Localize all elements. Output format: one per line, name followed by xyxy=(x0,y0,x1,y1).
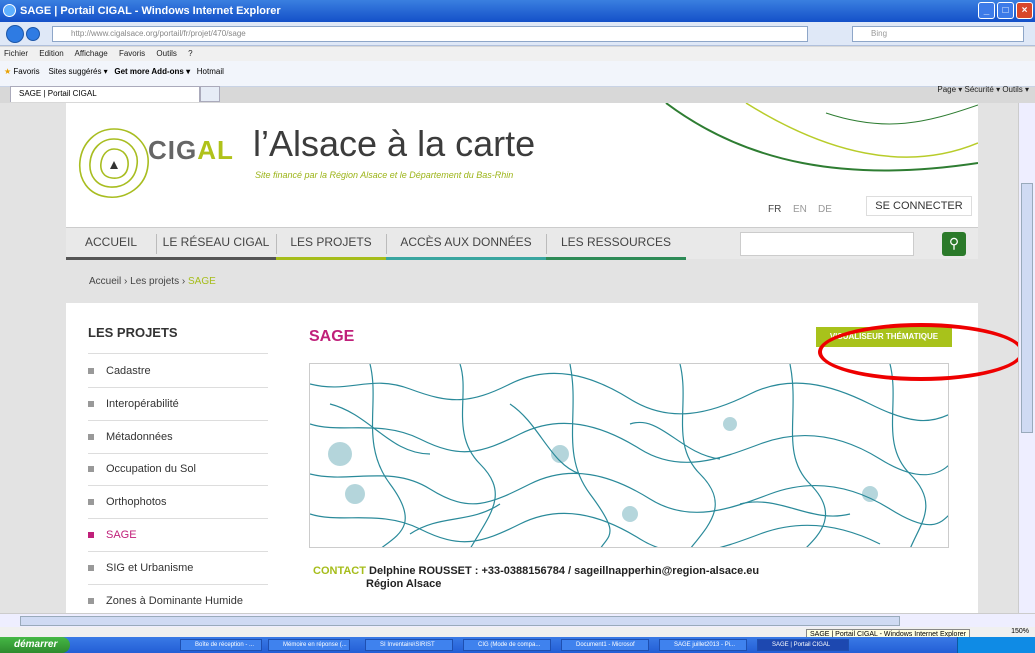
menu-edition[interactable]: Edition xyxy=(39,49,63,58)
lang-fr[interactable]: FR xyxy=(768,204,781,215)
red-annotation-circle xyxy=(818,323,1024,381)
sidebar-item-interoperabilite[interactable]: Interopérabilité xyxy=(88,398,179,410)
minimize-icon[interactable]: _ xyxy=(978,2,995,19)
main-nav: ACCUEIL LE RÉSEAU CIGAL LES PROJETS ACCÈ… xyxy=(66,227,978,260)
suggested-sites-link[interactable]: Sites suggérés ▾ xyxy=(49,67,108,76)
back-icon[interactable] xyxy=(6,25,24,43)
task-item[interactable]: CIG (Mode de compa... xyxy=(463,639,551,651)
maximize-icon[interactable]: □ xyxy=(997,2,1014,19)
nav-projets[interactable]: LES PROJETS xyxy=(276,228,386,260)
address-bar[interactable]: http://www.cigalsace.org/portail/fr/proj… xyxy=(52,26,808,42)
lang-en[interactable]: EN xyxy=(793,204,807,215)
contact-block: CONTACT Delphine ROUSSET : +33-038815678… xyxy=(313,565,759,590)
forward-icon[interactable] xyxy=(26,27,40,41)
nav-ressources[interactable]: LES RESSOURCES xyxy=(546,228,686,260)
ie-command-bar[interactable]: Page ▾ Sécurité ▾ Outils ▾ xyxy=(937,85,1029,94)
task-item[interactable]: SAGE juillet2013 - Pi... xyxy=(659,639,747,651)
sidebar-item-cadastre[interactable]: Cadastre xyxy=(88,365,151,377)
system-tray xyxy=(957,637,1035,653)
vertical-scrollbar[interactable] xyxy=(1018,103,1035,613)
tab-sage[interactable]: SAGE | Portail CIGAL xyxy=(10,86,200,102)
menu-bar: Fichier Edition Affichage Favoris Outils… xyxy=(0,47,1035,61)
breadcrumb-current: SAGE xyxy=(187,276,216,287)
breadcrumb-home[interactable]: Accueil xyxy=(89,276,121,287)
nav-accueil[interactable]: ACCUEIL xyxy=(66,228,156,260)
cigal-logo-icon xyxy=(79,128,149,198)
menu-outils[interactable]: Outils xyxy=(156,49,176,58)
breadcrumb: Accueil › Les projets › SAGE xyxy=(89,276,216,287)
window-title: SAGE | Portail CIGAL - Windows Internet … xyxy=(20,5,281,17)
task-item[interactable]: Mémoire en réponse (... xyxy=(268,639,350,651)
site-search-input[interactable] xyxy=(740,232,914,256)
breadcrumb-section[interactable]: Les projets xyxy=(130,276,179,287)
zoom-level[interactable]: 150% xyxy=(1011,628,1029,635)
horizontal-scrollbar[interactable] xyxy=(0,613,1035,627)
cigal-wordmark: CIGAL xyxy=(148,135,234,165)
address-toolbar: http://www.cigalsace.org/portail/fr/proj… xyxy=(0,22,1035,46)
breadcrumb-sep: › xyxy=(181,276,186,287)
contact-org: Région Alsace xyxy=(366,578,442,590)
task-item[interactable]: SI Inventaire\SIRIST xyxy=(365,639,453,651)
nav-reseau[interactable]: LE RÉSEAU CIGAL xyxy=(156,228,276,260)
contact-label: CONTACT xyxy=(313,565,366,577)
task-item[interactable]: Boîte de réception - ... xyxy=(180,639,262,651)
close-icon[interactable]: × xyxy=(1016,2,1033,19)
favorites-bar: ★ Favoris Sites suggérés ▾ Get more Add-… xyxy=(0,61,1035,87)
sidebar-item-occupation-sol[interactable]: Occupation du Sol xyxy=(88,463,196,475)
menu-fichier[interactable]: Fichier xyxy=(4,49,28,58)
favorites-button[interactable]: Favoris xyxy=(13,67,39,76)
task-item[interactable]: Document1 - Microsof xyxy=(561,639,649,651)
menu-affichage[interactable]: Affichage xyxy=(75,49,108,58)
start-button[interactable]: démarrer xyxy=(0,637,70,653)
site-subtagline: Site financé par la Région Alsace et le … xyxy=(255,170,514,180)
sidebar-item-metadonnees[interactable]: Métadonnées xyxy=(88,431,173,443)
login-button[interactable]: SE CONNECTER xyxy=(866,196,972,216)
river-network-map xyxy=(310,364,948,547)
site-tagline: l’Alsace à la carte xyxy=(253,123,536,164)
menu-help[interactable]: ? xyxy=(188,49,192,58)
sidebar-item-sage[interactable]: SAGE xyxy=(88,529,137,541)
lang-de[interactable]: DE xyxy=(818,204,832,215)
hotmail-link[interactable]: Hotmail xyxy=(197,67,224,76)
sidebar-item-orthophotos[interactable]: Orthophotos xyxy=(88,496,167,508)
ie-icon xyxy=(3,4,16,17)
sidebar-title: LES PROJETS xyxy=(88,325,178,340)
new-tab-button[interactable] xyxy=(200,86,220,102)
search-input[interactable]: Bing xyxy=(852,26,1024,42)
addons-link[interactable]: Get more Add-ons ▾ xyxy=(114,67,190,76)
search-icon[interactable]: ⚲ xyxy=(942,232,966,256)
nav-acces-donnees[interactable]: ACCÈS AUX DONNÉES xyxy=(386,228,546,260)
page-title: SAGE xyxy=(309,328,355,345)
contact-info[interactable]: Delphine ROUSSET : +33-0388156784 / sage… xyxy=(369,565,759,577)
taskbar: démarrer Boîte de réception - ... Mémoir… xyxy=(0,637,1035,653)
sage-map-image[interactable] xyxy=(309,363,949,548)
task-item[interactable]: SAGE | Portail CIGAL xyxy=(757,639,849,651)
breadcrumb-sep: › xyxy=(124,276,128,287)
window-titlebar: SAGE | Portail CIGAL - Windows Internet … xyxy=(0,0,1035,22)
sidebar-item-zones-humide[interactable]: Zones à Dominante Humide xyxy=(88,595,243,607)
decorative-curves xyxy=(665,103,978,172)
menu-favoris[interactable]: Favoris xyxy=(119,49,145,58)
sidebar-item-sig-urbanisme[interactable]: SIG et Urbanisme xyxy=(88,562,193,574)
site-header: CIGAL l’Alsace à la carte Site financé p… xyxy=(66,103,978,227)
star-icon: ★ xyxy=(4,67,12,76)
